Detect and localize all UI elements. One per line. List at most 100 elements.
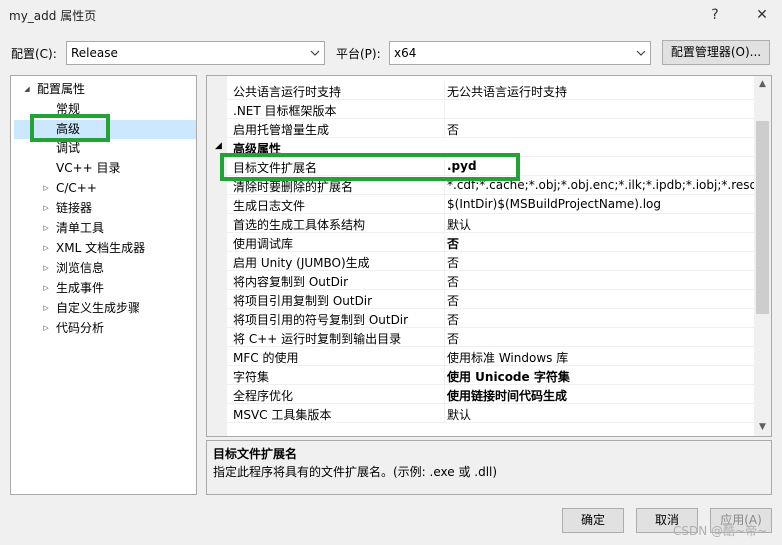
property-name: 将 C++ 运行时复制到输出目录 [233, 332, 402, 346]
description-text: 指定此程序将具有的文件扩展名。(示例: .exe 或 .dll) [213, 465, 498, 479]
property-name: 使用调试库 [233, 237, 294, 251]
highlight-box-target-extension [220, 153, 520, 181]
description-title: 目标文件扩展名 [213, 447, 298, 461]
tree-item-browse-information[interactable]: ▷ 浏览信息 [43, 258, 105, 278]
tree-item-vc-directories[interactable]: VC++ 目录 [56, 158, 121, 178]
property-row[interactable]: 使用调试库 否 [207, 233, 755, 252]
collapsed-triangle-icon[interactable]: ▷ [41, 238, 51, 258]
tree-item-label: 代码分析 [56, 321, 105, 335]
ok-button[interactable]: 确定 [562, 508, 624, 533]
collapsed-triangle-icon[interactable]: ▷ [41, 198, 51, 218]
scroll-up-icon[interactable]: ▲ [754, 76, 771, 93]
tree-item-label: 自定义生成步骤 [56, 301, 141, 315]
scroll-down-icon[interactable]: ▼ [754, 419, 771, 436]
platform-combobox[interactable]: x64 [389, 41, 651, 65]
platform-value: x64 [394, 46, 417, 60]
scroll-thumb[interactable] [756, 121, 769, 314]
chevron-down-icon [310, 50, 320, 56]
property-name: 字符集 [233, 370, 270, 384]
highlight-box-advanced [30, 114, 110, 142]
property-row[interactable]: MSVC 工具集版本 默认 [207, 404, 755, 423]
config-label: 配置(C): [11, 47, 57, 61]
property-value: 默认 [447, 218, 472, 232]
platform-label: 平台(P): [336, 47, 381, 61]
property-row[interactable]: MFC 的使用 使用标准 Windows 库 [207, 347, 755, 366]
property-row[interactable]: 公共语言运行时支持 无公共语言运行时支持 [207, 81, 755, 100]
property-name: .NET 目标框架版本 [233, 104, 337, 118]
chevron-down-icon [636, 50, 646, 56]
property-row[interactable]: 将 C++ 运行时复制到输出目录 否 [207, 328, 755, 347]
tree-item-label: 链接器 [56, 201, 93, 215]
tree-item-label: VC++ 目录 [56, 161, 121, 175]
property-value: 使用链接时间代码生成 [447, 389, 568, 403]
tree-item-linker[interactable]: ▷ 链接器 [43, 198, 93, 218]
property-value: 否 [447, 123, 460, 137]
property-name: 公共语言运行时支持 [233, 85, 342, 99]
property-row[interactable]: 首选的生成工具体系结构 默认 [207, 214, 755, 233]
tree-root-label: 配置属性 [37, 82, 86, 96]
property-row[interactable]: 启用托管增量生成 否 [207, 119, 755, 138]
window-title: my_add 属性页 [9, 9, 97, 23]
tree-item-code-analysis[interactable]: ▷ 代码分析 [43, 318, 105, 338]
tree-item-xml-doc-generator[interactable]: ▷ XML 文档生成器 [43, 238, 146, 258]
tree-item-custom-build-step[interactable]: ▷ 自定义生成步骤 [43, 298, 141, 318]
collapsed-triangle-icon[interactable]: ▷ [41, 298, 51, 318]
watermark: CSDN @酷~帝~ [673, 524, 768, 538]
title-bar: my_add 属性页 ? ✕ [0, 0, 782, 30]
property-name: 将内容复制到 OutDir [233, 275, 349, 289]
config-value: Release [71, 46, 118, 60]
tree-item-manifest-tool[interactable]: ▷ 清单工具 [43, 218, 105, 238]
property-row[interactable]: 启用 Unity (JUMBO)生成 否 [207, 252, 755, 271]
property-row[interactable]: 字符集 使用 Unicode 字符集 [207, 366, 755, 385]
property-value: $(IntDir)$(MSBuildProjectName).log [447, 197, 662, 211]
property-name: 全程序优化 [233, 389, 294, 403]
property-name: 生成日志文件 [233, 199, 306, 213]
tree-item-label: 浏览信息 [56, 261, 105, 275]
property-value: 否 [447, 237, 460, 251]
property-row[interactable]: .NET 目标框架版本 [207, 100, 755, 119]
property-name: 启用托管增量生成 [233, 123, 330, 137]
help-button[interactable]: ? [701, 4, 729, 26]
collapsed-triangle-icon[interactable]: ▷ [41, 278, 51, 298]
tree-item-label: 清单工具 [56, 221, 105, 235]
tree-root-config-properties[interactable]: ◢ 配置属性 [24, 79, 86, 99]
vertical-scrollbar[interactable]: ▲ ▼ [754, 76, 771, 436]
close-button[interactable]: ✕ [748, 4, 776, 26]
property-name: 将项目引用复制到 OutDir [233, 294, 373, 308]
property-row[interactable]: 将项目引用复制到 OutDir 否 [207, 290, 755, 309]
tree-item-label: C/C++ [56, 181, 97, 195]
property-name: 将项目引用的符号复制到 OutDir [233, 313, 409, 327]
property-name: 启用 Unity (JUMBO)生成 [233, 256, 370, 270]
description-panel: 目标文件扩展名 指定此程序将具有的文件扩展名。(示例: .exe 或 .dll) [206, 440, 772, 495]
configuration-manager-button[interactable]: 配置管理器(O)... [662, 40, 770, 65]
tree-item-label: 生成事件 [56, 281, 105, 295]
property-row[interactable]: 生成日志文件 $(IntDir)$(MSBuildProjectName).log [207, 195, 755, 214]
property-value: 否 [447, 256, 460, 270]
property-name: MFC 的使用 [233, 351, 299, 365]
property-row[interactable]: 将内容复制到 OutDir 否 [207, 271, 755, 290]
property-grid: 公共语言运行时支持 无公共语言运行时支持 .NET 目标框架版本 启用托管增量生成… [206, 75, 772, 437]
collapsed-triangle-icon[interactable]: ▷ [41, 318, 51, 338]
config-combobox[interactable]: Release [66, 41, 325, 65]
property-value: 无公共语言运行时支持 [447, 85, 568, 99]
expanded-triangle-icon[interactable]: ◢ [22, 79, 32, 99]
tree-item-build-events[interactable]: ▷ 生成事件 [43, 278, 105, 298]
tree-item-label: 调试 [56, 141, 81, 155]
collapsed-triangle-icon[interactable]: ▷ [41, 218, 51, 238]
expanded-triangle-icon[interactable]: ◢ [215, 141, 222, 151]
property-value: 否 [447, 275, 460, 289]
property-name: MSVC 工具集版本 [233, 408, 332, 422]
property-value: 否 [447, 313, 460, 327]
property-value: 默认 [447, 408, 472, 422]
property-row[interactable]: 全程序优化 使用链接时间代码生成 [207, 385, 755, 404]
property-value: 使用标准 Windows 库 [447, 351, 569, 365]
tree-item-label: XML 文档生成器 [56, 241, 146, 255]
tree-item-cpp[interactable]: ▷ C/C++ [43, 178, 97, 198]
collapsed-triangle-icon[interactable]: ▷ [41, 258, 51, 278]
property-value: 否 [447, 332, 460, 346]
property-value: 使用 Unicode 字符集 [447, 370, 570, 384]
property-name: 首选的生成工具体系结构 [233, 218, 366, 232]
property-value: 否 [447, 294, 460, 308]
collapsed-triangle-icon[interactable]: ▷ [41, 178, 51, 198]
property-row[interactable]: 将项目引用的符号复制到 OutDir 否 [207, 309, 755, 328]
